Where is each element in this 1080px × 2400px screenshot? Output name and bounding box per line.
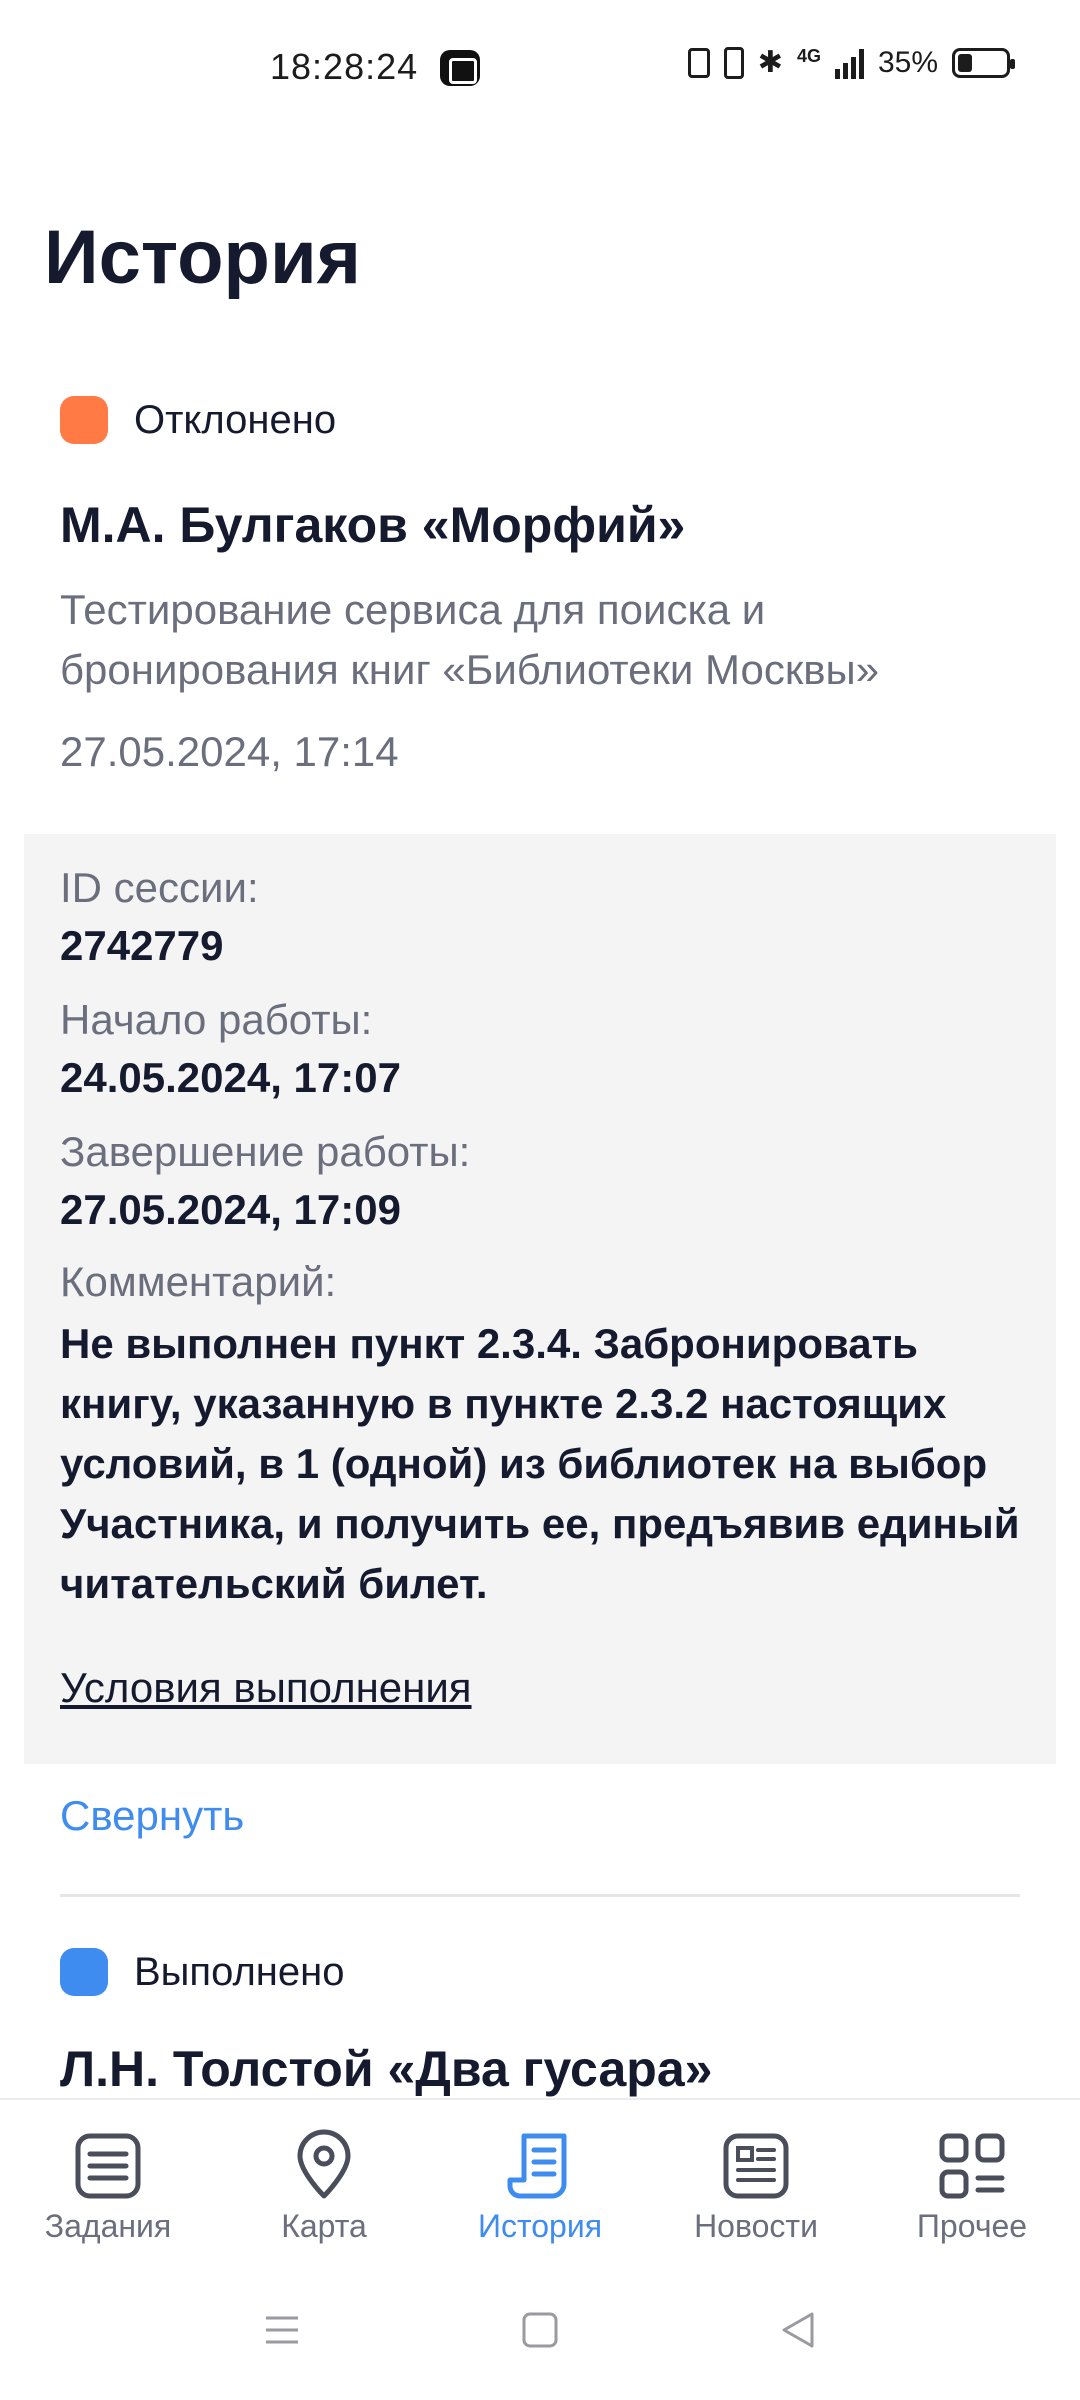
- app-notification-icon: [440, 50, 480, 86]
- status-text: Отклонено: [134, 397, 337, 442]
- nav-item-more[interactable]: Прочее: [864, 2100, 1080, 2250]
- nav-label: Карта: [281, 2208, 367, 2244]
- end-value: 27.05.2024, 17:09: [60, 1186, 401, 1233]
- nfc-icon: [687, 48, 710, 78]
- task-title: М.А. Булгаков «Морфий»: [60, 497, 686, 553]
- nav-item-news[interactable]: Новости: [648, 2100, 864, 2250]
- conditions-link[interactable]: Условия выполнения: [60, 1664, 472, 1712]
- nav-label: История: [477, 2208, 603, 2244]
- start-value: 24.05.2024, 17:07: [60, 1054, 401, 1101]
- task-details-panel: ID сессии: 2742779 Начало работы: 24.05.…: [24, 834, 1056, 1764]
- vibrate-icon: [723, 47, 744, 79]
- list-icon: [75, 2133, 141, 2199]
- collapse-button[interactable]: Свернуть: [60, 1792, 244, 1840]
- comment-label: Комментарий:: [60, 1258, 337, 1305]
- session-label: ID сессии:: [60, 864, 259, 911]
- status-icons: ✱ 4G 35%: [687, 46, 1015, 80]
- nav-label: Новости: [694, 2208, 818, 2244]
- session-value: 2742779: [60, 922, 224, 969]
- signal-icon: [834, 47, 864, 79]
- page-title: История: [44, 215, 362, 300]
- nav-item-history[interactable]: История: [432, 2100, 648, 2250]
- status-indicator-rejected: [60, 396, 108, 444]
- nav-item-tasks[interactable]: Задания: [0, 2100, 216, 2250]
- end-label: Завершение работы:: [60, 1128, 471, 1175]
- battery-percent: 35%: [877, 46, 938, 79]
- status-indicator-completed: [60, 1948, 108, 1996]
- nav-item-map[interactable]: Карта: [216, 2100, 432, 2250]
- task-title[interactable]: Л.Н. Толстой «Два гусара»: [60, 2040, 712, 2098]
- battery-icon: [952, 48, 1015, 78]
- history-document-icon: [507, 2133, 567, 2199]
- news-icon: [723, 2133, 789, 2199]
- nav-label: Задания: [44, 2208, 172, 2244]
- back-icon[interactable]: [778, 2310, 818, 2350]
- status-time: 18:28:24: [270, 46, 419, 87]
- nav-label: Прочее: [916, 2208, 1028, 2244]
- status-row: Отклонено: [60, 396, 336, 444]
- home-icon[interactable]: [520, 2310, 560, 2350]
- status-text: Выполнено: [134, 1949, 345, 1994]
- status-bar: 18:28:24 ✱ 4G 35%: [0, 0, 1080, 140]
- task-title-clip: Л.Н. Толстой «Два гусара»: [0, 2040, 1080, 2100]
- status-row: Выполнено: [60, 1948, 344, 1996]
- menu-icon[interactable]: [262, 2310, 302, 2350]
- bottom-navigation: Задания Карта История Новости Прочее: [0, 2098, 1080, 2250]
- divider: [60, 1894, 1020, 1897]
- grid-icon: [939, 2133, 1005, 2199]
- system-navigation-bar: [0, 2250, 1080, 2400]
- task-date: 27.05.2024, 17:14: [60, 728, 399, 775]
- start-label: Начало работы:: [60, 996, 373, 1043]
- bluetooth-icon: ✱: [757, 46, 783, 79]
- network-type: 4G: [796, 46, 821, 66]
- comment-value: Не выполнен пункт 2.3.4. Забронировать к…: [60, 1320, 1020, 1607]
- map-pin-icon: [297, 2129, 351, 2199]
- task-description: Тестирование сервиса для поиска и бронир…: [60, 586, 880, 693]
